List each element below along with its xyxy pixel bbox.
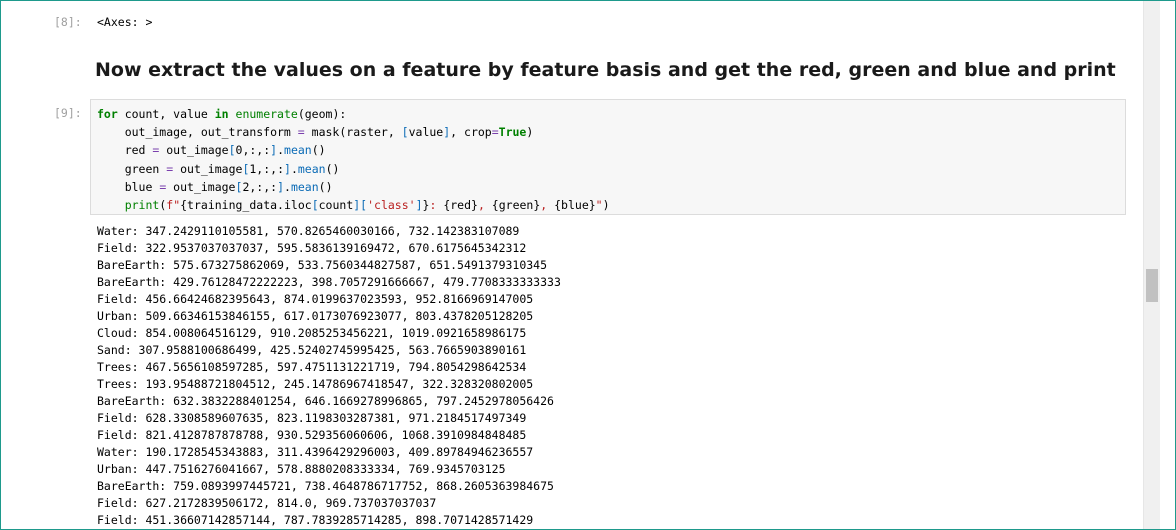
code-line: blue = out_image[2,:,:].mean() [97,179,333,194]
code-token: = [491,125,499,140]
output-line: Urban: 447.7516276041667, 578.8880208333… [97,462,506,476]
output-line: Field: 451.36607142857144, 787.783928571… [97,513,534,527]
code-editor[interactable]: for count, value in enumerate(geom): out… [97,105,610,214]
output-line: Water: 347.2429110105581, 570.8265460030… [97,224,520,238]
code-token: = [166,161,174,176]
code-token: , [540,197,555,212]
code-token: = [152,143,160,158]
output-line: Trees: 467.5656108597285, 597.4751131221… [97,360,527,374]
code-token: = [297,125,305,140]
code-token: , [477,197,492,212]
code-token: f" [166,197,181,212]
code-token: ] [415,197,423,212]
code-line: red = out_image[0,:,:].mean() [97,143,326,158]
cell-8-prompt: [8]: [54,15,82,29]
output-line: Cloud: 854.008064516129, 910.20852534562… [97,326,527,340]
code-token: [ [242,161,250,176]
code-token: for [97,107,118,121]
output-line: BareEarth: 575.673275862069, 533.7560344… [97,258,548,272]
cell-9-prompt: [9]: [54,106,82,120]
output-line: Field: 456.66424682395643, 874.019963702… [97,292,534,306]
code-token: mean [290,179,319,194]
code-token: in [214,107,229,121]
output-line: Field: 322.9537037037037, 595.5836139169… [97,241,527,255]
code-token: True [498,125,527,140]
output-line: Urban: 509.66346153846155, 617.017307692… [97,309,534,323]
markdown-heading[interactable]: Now extract the values on a feature by f… [95,59,1116,81]
output-line: Field: 628.3308589607635, 823.1198303287… [97,411,527,425]
output-line: Field: 821.4128787878788, 930.5293560606… [97,428,527,442]
code-token: print [124,197,160,212]
code-token: : [429,197,444,212]
code-token: = [159,179,167,194]
output-line: BareEarth: 429.76128472222223, 398.70572… [97,275,561,289]
code-token: [ [311,197,319,212]
code-line: out_image, out_transform = mask(raster, … [97,125,534,140]
code-token: [ [235,179,243,194]
code-cell-input[interactable]: for count, value in enumerate(geom): out… [90,99,1126,215]
cell-8-output[interactable]: <Axes: > [97,15,152,29]
code-token: 'class' [367,197,416,212]
output-line: BareEarth: 632.3832288401254, 646.166927… [97,394,554,408]
code-token: mean [297,161,326,176]
cell-9-output[interactable]: Water: 347.2429110105581, 570.8265460030… [97,223,561,529]
output-line: Trees: 193.95488721804512, 245.147869674… [97,377,534,391]
code-token: ] [270,143,278,158]
right-margin [1160,1,1175,529]
code-token: mean [284,143,312,158]
code-line: for count, value in enumerate(geom): [97,107,347,121]
code-line: print(f"{training_data.iloc[count]['clas… [124,197,610,212]
code-line: green = out_image[1,:,:].mean() [97,161,340,176]
output-line: BareEarth: 759.0893997445721, 738.464878… [97,479,554,493]
output-line: Field: 627.2172839506172, 814.0, 969.737… [97,496,437,510]
output-line: Sand: 307.9588100686499, 425.52402745995… [97,343,527,357]
output-line: Water: 190.1728545343883, 311.4396429296… [97,445,534,459]
vertical-scrollbar[interactable] [1143,1,1160,529]
notebook-window: [8]: <Axes: > Now extract the values on … [0,0,1176,530]
scrollbar-thumb[interactable] [1146,269,1158,302]
code-token: ] [443,125,451,140]
code-token: [ [401,125,409,140]
code-token: ] [284,161,291,176]
code-token: enumerate [235,107,298,121]
code-token: ][ [353,197,368,212]
code-token: " [595,197,603,212]
code-token: [ [228,143,236,158]
code-token: ] [277,179,284,194]
